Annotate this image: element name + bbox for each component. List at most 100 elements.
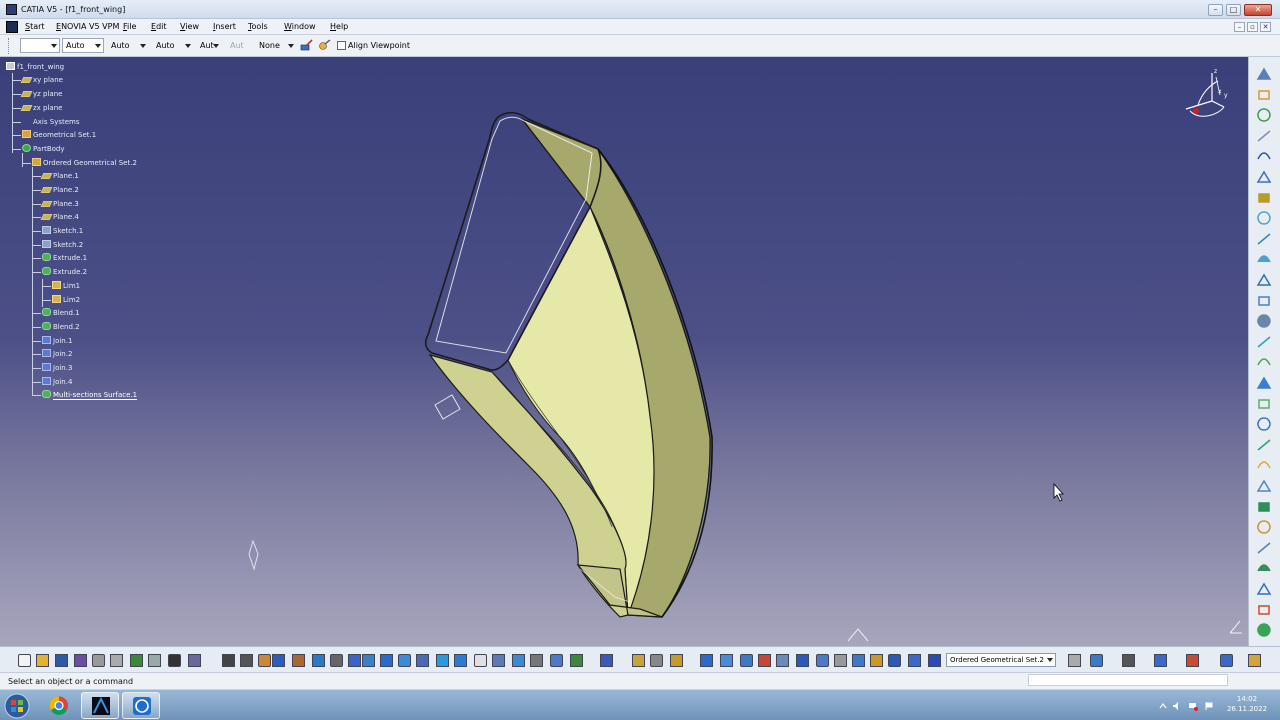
bottom-toolbar-tool-icon[interactable] (362, 654, 375, 667)
boundary-icon[interactable] (1256, 479, 1272, 493)
bottom-toolbar-tool-icon[interactable] (474, 654, 487, 667)
menu-start[interactable]: Start (25, 22, 45, 31)
flag-icon[interactable] (1204, 701, 1214, 711)
tree-node[interactable]: Multi-sections Surface.1 (42, 389, 138, 401)
bottom-toolbar-tool-icon[interactable] (870, 654, 883, 667)
line-thickness-select[interactable]: Auto (107, 38, 149, 53)
minimize-button[interactable]: – (1208, 4, 1223, 16)
tree-node[interactable]: Join.1 (42, 335, 72, 347)
line-type-select[interactable]: Auto (152, 38, 194, 53)
extract-icon[interactable] (1256, 500, 1272, 514)
chrome-taskbar-button[interactable] (40, 692, 78, 719)
tree-node[interactable]: Plane.2 (40, 184, 79, 196)
menu-file[interactable]: File (123, 22, 136, 31)
tree-node[interactable]: Sketch.1 (42, 225, 83, 237)
offset-icon[interactable] (1256, 335, 1272, 349)
bottom-toolbar-tool-icon[interactable] (436, 654, 449, 667)
current-geometrical-set-select[interactable]: Ordered Geometrical Set.2 (946, 653, 1056, 667)
bottom-toolbar-tool-icon[interactable] (928, 654, 941, 667)
teamviewer-taskbar-button[interactable] (122, 692, 160, 719)
affinity-icon[interactable] (1256, 623, 1272, 637)
bottom-toolbar-tool-icon[interactable] (292, 654, 305, 667)
sweep-icon[interactable] (1256, 252, 1272, 266)
tree-node[interactable]: Join.4 (42, 376, 72, 388)
bottom-toolbar-tool-icon[interactable] (222, 654, 235, 667)
select-icon[interactable] (1256, 88, 1272, 102)
bottom-toolbar-tool-icon[interactable] (700, 654, 713, 667)
tree-node[interactable]: Extrude.1 (42, 252, 87, 264)
tree-node[interactable]: Plane.4 (40, 211, 79, 223)
tree-root[interactable]: f1_front_wing (6, 61, 64, 73)
bottom-toolbar-tool-icon[interactable] (380, 654, 393, 667)
doc-restore-button[interactable]: ▫ (1247, 22, 1258, 32)
bottom-toolbar-tool-icon[interactable] (1248, 654, 1261, 667)
bottom-toolbar-tool-icon[interactable] (670, 654, 683, 667)
bottom-toolbar-tool-icon[interactable] (1154, 654, 1167, 667)
layer-select[interactable]: None (255, 38, 297, 53)
tree-node[interactable]: Extrude.2 (42, 266, 87, 278)
bottom-toolbar-tool-icon[interactable] (1220, 654, 1233, 667)
tree-node[interactable]: Join.2 (42, 348, 72, 360)
menu-insert[interactable]: Insert (213, 22, 236, 31)
fill-icon[interactable] (1256, 355, 1272, 369)
bottom-toolbar-tool-icon[interactable] (130, 654, 143, 667)
point-icon[interactable] (1256, 149, 1272, 163)
split-icon[interactable] (1256, 438, 1272, 452)
compass-icon[interactable]: z y x (1178, 67, 1230, 123)
power-input-field[interactable] (1028, 674, 1228, 686)
bottom-toolbar-tool-icon[interactable] (530, 654, 543, 667)
corner-icon[interactable] (1256, 314, 1272, 328)
painter-icon[interactable] (300, 39, 314, 52)
rotate-icon[interactable] (1256, 561, 1272, 575)
tree-node[interactable]: PartBody (22, 143, 65, 155)
network-icon[interactable] (1188, 701, 1198, 711)
circle-icon[interactable] (1256, 273, 1272, 287)
bottom-toolbar-tool-icon[interactable] (816, 654, 829, 667)
3d-viewport[interactable]: z y x f1_front_wing xy plane yz plane zx p… (0, 57, 1248, 646)
bottom-toolbar-tool-icon[interactable] (888, 654, 901, 667)
menu-edit[interactable]: Edit (151, 22, 167, 31)
bottom-toolbar-tool-icon[interactable] (312, 654, 325, 667)
translate-icon[interactable] (1256, 541, 1272, 555)
bottom-toolbar-tool-icon[interactable] (36, 654, 49, 667)
bottom-toolbar-tool-icon[interactable] (258, 654, 271, 667)
join-tool-icon[interactable] (1256, 417, 1272, 431)
fill-color-select[interactable] (20, 38, 60, 53)
bottom-toolbar-tool-icon[interactable] (650, 654, 663, 667)
tray-arrow-icon[interactable] (1158, 701, 1168, 711)
fillet-icon[interactable] (1256, 520, 1272, 534)
bottom-toolbar-tool-icon[interactable] (55, 654, 68, 667)
bottom-toolbar-tool-icon[interactable] (632, 654, 645, 667)
bottom-toolbar-tool-icon[interactable] (570, 654, 583, 667)
scaling-icon[interactable] (1256, 603, 1272, 617)
bottom-toolbar-tool-icon[interactable] (330, 654, 343, 667)
tree-node[interactable]: Lim2 (52, 294, 80, 306)
revolve-icon[interactable] (1256, 232, 1272, 246)
maximize-button[interactable]: □ (1226, 4, 1241, 16)
tree-node[interactable]: Ordered Geometrical Set.2 (32, 157, 137, 169)
bottom-toolbar-tool-icon[interactable] (600, 654, 613, 667)
extrude-tool-icon[interactable] (1256, 211, 1272, 225)
document-icon[interactable] (6, 21, 18, 33)
bottom-toolbar-tool-icon[interactable] (1090, 654, 1103, 667)
spline-icon[interactable] (1256, 294, 1272, 308)
bottom-toolbar-tool-icon[interactable] (1122, 654, 1135, 667)
menu-enovia[interactable]: ENOVIA V5 VPM (56, 22, 119, 31)
tree-node[interactable]: Geometrical Set.1 (22, 129, 96, 141)
bottom-toolbar-tool-icon[interactable] (834, 654, 847, 667)
bottom-toolbar-tool-icon[interactable] (92, 654, 105, 667)
bottom-toolbar-tool-icon[interactable] (348, 654, 361, 667)
bottom-toolbar-tool-icon[interactable] (758, 654, 771, 667)
tree-node[interactable]: Plane.1 (40, 170, 79, 182)
menu-tools[interactable]: Tools (248, 22, 268, 31)
graphic-properties-icon[interactable] (318, 39, 332, 52)
sketch-axis-icon[interactable] (1256, 129, 1272, 143)
windows-start-icon[interactable] (4, 693, 30, 719)
menu-help[interactable]: Help (330, 22, 348, 31)
doc-minimize-button[interactable]: – (1234, 22, 1245, 32)
bottom-toolbar-tool-icon[interactable] (188, 654, 201, 667)
tree-node[interactable]: Sketch.2 (42, 239, 83, 251)
tree-node[interactable]: Join.3 (42, 362, 72, 374)
line-icon[interactable] (1256, 170, 1272, 184)
doc-close-button[interactable]: ✕ (1260, 22, 1271, 32)
